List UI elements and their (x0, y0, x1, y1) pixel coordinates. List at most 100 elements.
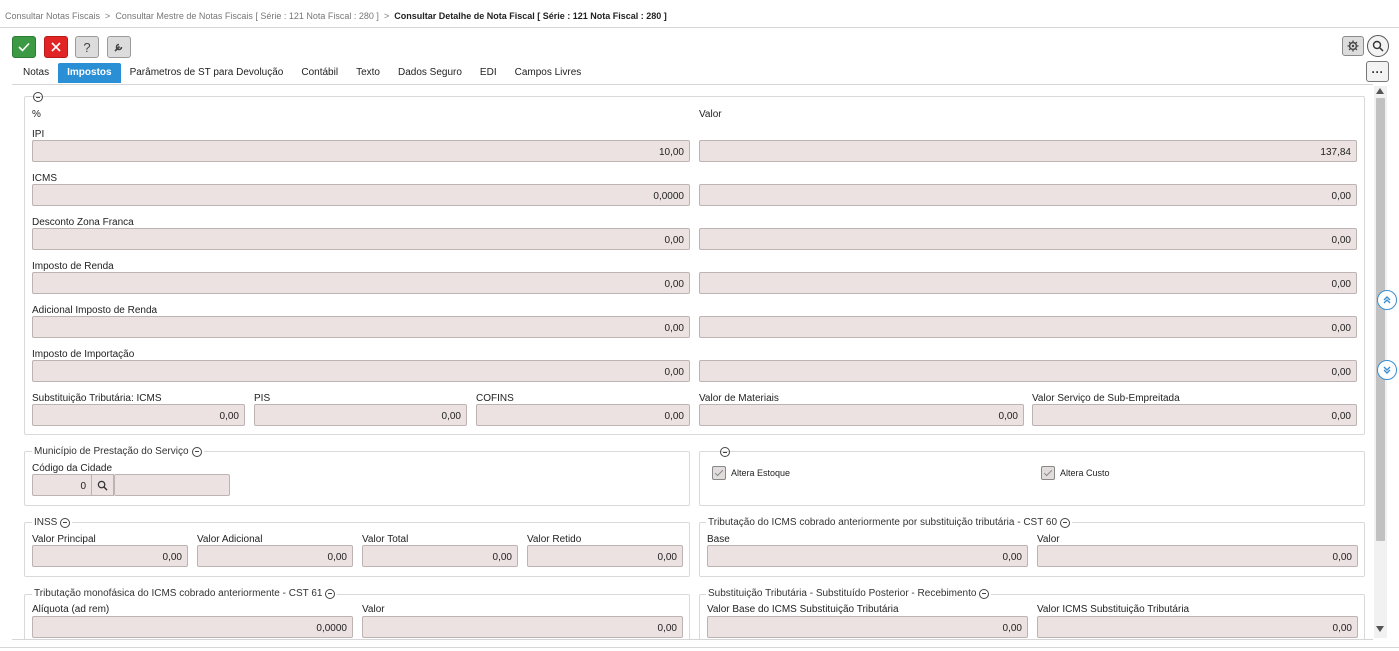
icms-valor-field[interactable]: 0,00 (699, 184, 1357, 206)
desconto-zona-franca-valor-field[interactable]: 0,00 (699, 228, 1357, 250)
imposto-renda-percent-field[interactable]: 0,00 (32, 272, 690, 294)
ipi-label: IPI (32, 129, 45, 140)
nome-cidade-field[interactable] (114, 474, 230, 496)
tab-campos-livres[interactable]: Campos Livres (506, 63, 591, 83)
codigo-cidade-label: Código da Cidade (32, 463, 113, 474)
st-posterior-title: Substituição Tributária - Substituído Po… (708, 588, 977, 599)
close-icon (51, 42, 61, 52)
confirm-button[interactable] (12, 36, 36, 58)
tab-texto[interactable]: Texto (347, 63, 389, 83)
desconto-zona-franca-label: Desconto Zona Franca (32, 217, 134, 228)
st-valor-icms-field[interactable]: 0,00 (1037, 616, 1358, 638)
altera-custo-checkbox[interactable] (1041, 466, 1055, 480)
column-header-valor: Valor (699, 109, 722, 120)
inss-valor-principal-field[interactable]: 0,00 (32, 545, 188, 567)
inss-valor-total-field[interactable]: 0,00 (362, 545, 518, 567)
scroll-to-bottom-button[interactable] (1377, 360, 1397, 380)
collapse-icon[interactable] (60, 517, 71, 528)
tab-bar: Notas Impostos Parâmetros de ST para Dev… (14, 63, 590, 83)
tab-parametros-st[interactable]: Parâmetros de ST para Devolução (121, 63, 293, 83)
cofins-label: COFINS (476, 393, 514, 404)
collapse-icon[interactable] (325, 588, 336, 599)
tab-contabil[interactable]: Contábil (292, 63, 347, 83)
cst60-base-field[interactable]: 0,00 (707, 545, 1028, 567)
imposto-importacao-percent-field[interactable]: 0,00 (32, 360, 690, 382)
cofins-field[interactable]: 0,00 (476, 404, 690, 426)
cst61-valor-label: Valor (362, 604, 385, 615)
breadcrumb-separator: > (383, 11, 390, 21)
more-options-button[interactable]: ··· (1366, 61, 1389, 82)
check-icon (18, 42, 30, 52)
adicional-imposto-renda-percent-field[interactable]: 0,00 (32, 316, 690, 338)
breadcrumb: Consultar Notas Fiscais > Consultar Mestre… (0, 0, 1399, 28)
collapse-icon[interactable] (979, 588, 990, 599)
breadcrumb-item-mestre[interactable]: Consultar Mestre de Notas Fiscais [ Séri… (115, 11, 379, 21)
collapse-icon[interactable] (719, 447, 730, 457)
icms-label: ICMS (32, 173, 57, 184)
scroll-up-arrow-icon[interactable] (1376, 88, 1384, 94)
st-icms-field[interactable]: 0,00 (32, 404, 245, 426)
adicional-imposto-renda-valor-field[interactable]: 0,00 (699, 316, 1357, 338)
codigo-cidade-field[interactable]: 0 (32, 474, 92, 496)
breadcrumb-item-notas[interactable]: Consultar Notas Fiscais (5, 11, 100, 21)
scrollbar-thumb[interactable] (1376, 98, 1385, 541)
help-button[interactable]: ? (75, 36, 99, 58)
settings-button[interactable] (1342, 36, 1364, 56)
municipio-legend: Município de Prestação do Serviço (32, 446, 204, 457)
cidade-search-button[interactable] (91, 474, 114, 496)
inss-valor-total-label: Valor Total (362, 534, 409, 545)
pis-label: PIS (254, 393, 271, 404)
pis-field[interactable]: 0,00 (254, 404, 467, 426)
scroll-to-top-button[interactable] (1377, 290, 1397, 310)
collapse-icon[interactable] (191, 446, 202, 457)
valor-sub-empreitada-label: Valor Serviço de Sub-Empreitada (1032, 393, 1180, 404)
gear-icon (1347, 40, 1359, 52)
cancel-button[interactable] (44, 36, 68, 58)
double-chevron-up-icon (1383, 296, 1391, 304)
collapse-icon[interactable] (1060, 517, 1071, 528)
cst60-valor-field[interactable]: 0,00 (1037, 545, 1358, 567)
imposto-renda-valor-field[interactable]: 0,00 (699, 272, 1357, 294)
icms-percent-field[interactable]: 0,0000 (32, 184, 690, 206)
estoque-panel (699, 451, 1365, 506)
ipi-percent-field[interactable]: 10,00 (32, 140, 690, 162)
valor-materiais-field[interactable]: 0,00 (699, 404, 1024, 426)
imposto-importacao-valor-field[interactable]: 0,00 (699, 360, 1357, 382)
cst60-legend: Tributação do ICMS cobrado anteriormente… (706, 517, 1073, 528)
st-base-icms-field[interactable]: 0,00 (707, 616, 1028, 638)
tab-edi[interactable]: EDI (471, 63, 506, 83)
search-button[interactable] (1367, 35, 1389, 57)
tab-impostos[interactable]: Impostos (58, 63, 121, 83)
cst61-title: Tributação monofásica do ICMS cobrado an… (34, 588, 323, 599)
cst61-aliquota-label: Alíquota (ad rem) (32, 604, 110, 615)
inss-valor-principal-label: Valor Principal (32, 534, 96, 545)
adicional-imposto-renda-label: Adicional Imposto de Renda (32, 305, 158, 316)
imposto-importacao-label: Imposto de Importação (32, 349, 135, 360)
inss-valor-adicional-label: Valor Adicional (197, 534, 263, 545)
inss-title: INSS (34, 517, 58, 528)
altera-estoque-checkbox[interactable] (712, 466, 726, 480)
scroll-down-arrow-icon[interactable] (1376, 626, 1384, 632)
municipio-title: Município de Prestação do Serviço (34, 446, 189, 457)
valor-sub-empreitada-field[interactable]: 0,00 (1032, 404, 1357, 426)
inss-valor-retido-field[interactable]: 0,00 (527, 545, 683, 567)
ipi-valor-field[interactable]: 137,84 (699, 140, 1357, 162)
tab-notas[interactable]: Notas (14, 63, 58, 83)
inss-valor-retido-label: Valor Retido (527, 534, 582, 545)
cst61-valor-field[interactable]: 0,00 (362, 616, 683, 638)
st-posterior-legend: Substituição Tributária - Substituído Po… (706, 588, 992, 599)
cst60-base-label: Base (707, 534, 730, 545)
imposto-renda-label: Imposto de Renda (32, 261, 114, 272)
column-header-percent: % (32, 109, 41, 120)
tab-dados-seguro[interactable]: Dados Seguro (389, 63, 471, 83)
desconto-zona-franca-percent-field[interactable]: 0,00 (32, 228, 690, 250)
cst60-valor-label: Valor (1037, 534, 1060, 545)
inss-valor-adicional-field[interactable]: 0,00 (197, 545, 353, 567)
tools-button[interactable] (107, 36, 131, 58)
footer-divider (0, 647, 1399, 648)
cst61-aliquota-field[interactable]: 0,0000 (32, 616, 353, 638)
st-valor-icms-label: Valor ICMS Substituição Tributária (1037, 604, 1190, 615)
collapse-icon[interactable] (33, 92, 43, 102)
altera-estoque-label: Altera Estoque (731, 468, 791, 478)
altera-custo-label: Altera Custo (1060, 468, 1110, 478)
